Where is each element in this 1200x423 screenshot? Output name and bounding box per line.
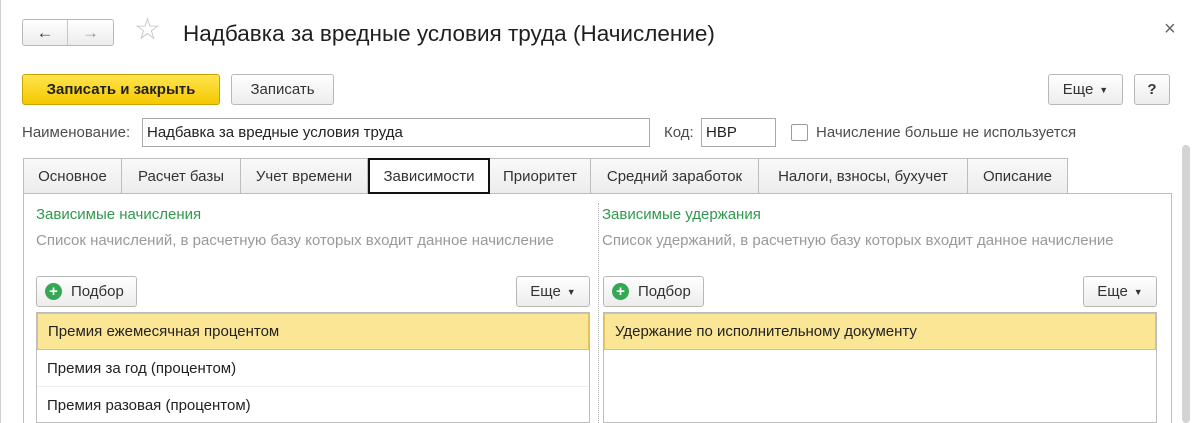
list-item[interactable]: Премия за год (процентом) bbox=[37, 350, 589, 387]
name-label: Наименование: bbox=[22, 124, 131, 141]
save-button[interactable]: Записать bbox=[231, 74, 334, 105]
name-field[interactable]: Надбавка за вредные условия труда bbox=[142, 118, 650, 147]
deductions-list: Удержание по исполнительному документу bbox=[603, 312, 1157, 423]
title-bar: ← → ☆ Надбавка за вредные условия труда … bbox=[1, 0, 1200, 66]
tab-label: Средний заработок bbox=[606, 167, 743, 185]
caret-down-icon: ▼ bbox=[566, 286, 576, 297]
code-value: НВР bbox=[706, 124, 737, 141]
arrow-right-icon: → bbox=[82, 22, 99, 42]
tab-description[interactable]: Описание bbox=[968, 158, 1068, 194]
tab-label: Приоритет bbox=[503, 167, 577, 185]
forward-button[interactable]: → bbox=[68, 20, 113, 45]
page-title: Надбавка за вредные условия труда (Начис… bbox=[183, 21, 715, 46]
help-label: ? bbox=[1147, 81, 1157, 98]
more-label: Еще bbox=[1097, 283, 1128, 300]
tab-average-earnings[interactable]: Средний заработок bbox=[591, 158, 759, 194]
tab-bar: Основное Расчет базы Учет времени Зависи… bbox=[23, 158, 1068, 194]
form-window: ← → ☆ Надбавка за вредные условия труда … bbox=[0, 0, 1200, 423]
save-label: Записать bbox=[250, 81, 315, 98]
more-label: Еще bbox=[530, 283, 561, 300]
list-item-label: Премия за год (процентом) bbox=[47, 359, 237, 377]
dependent-accruals-description: Список начислений, в расчетную базу кото… bbox=[36, 232, 554, 249]
tab-base-calculation[interactable]: Расчет базы bbox=[122, 158, 241, 194]
arrow-left-icon: ← bbox=[36, 22, 54, 42]
tab-taxes[interactable]: Налоги, взносы, бухучет bbox=[759, 158, 968, 194]
caret-down-icon: ▼ bbox=[1133, 286, 1143, 297]
pick-label: Подбор bbox=[71, 283, 124, 300]
tab-label: Зависимости bbox=[383, 167, 475, 185]
plus-circle-icon: + bbox=[45, 283, 62, 300]
dependent-accruals-title: Зависимые начисления bbox=[36, 206, 202, 223]
accruals-more-button[interactable]: Еще ▼ bbox=[516, 276, 590, 307]
help-button[interactable]: ? bbox=[1134, 74, 1170, 105]
tab-label: Учет времени bbox=[255, 167, 353, 185]
tab-time-accounting[interactable]: Учет времени bbox=[241, 158, 368, 194]
tab-priority[interactable]: Приоритет bbox=[490, 158, 591, 194]
dependent-deductions-title: Зависимые удержания bbox=[602, 206, 761, 223]
pick-deductions-button[interactable]: + Подбор bbox=[603, 276, 704, 307]
vertical-scrollbar[interactable] bbox=[1182, 145, 1190, 423]
dependent-deductions-description: Список удержаний, в расчетную базу котор… bbox=[602, 232, 1114, 249]
tab-label: Описание bbox=[982, 167, 1053, 185]
list-item[interactable]: Удержание по исполнительному документу bbox=[604, 313, 1156, 350]
plus-circle-icon: + bbox=[612, 283, 629, 300]
list-item-label: Удержание по исполнительному документу bbox=[615, 323, 917, 340]
list-item[interactable]: Премия ежемесячная процентом bbox=[37, 313, 589, 350]
not-used-checkbox[interactable] bbox=[791, 124, 808, 141]
save-and-close-label: Записать и закрыть bbox=[46, 81, 196, 98]
code-field[interactable]: НВР bbox=[701, 118, 776, 147]
tab-label: Расчет базы bbox=[138, 167, 224, 185]
navigation-buttons: ← → bbox=[22, 19, 114, 46]
list-item-label: Премия разовая (процентом) bbox=[47, 396, 251, 414]
accruals-list: Премия ежемесячная процентом Премия за г… bbox=[36, 312, 590, 423]
caret-down-icon: ▼ bbox=[1099, 84, 1109, 95]
more-label: Еще bbox=[1062, 81, 1094, 98]
close-icon[interactable]: × bbox=[1164, 18, 1176, 41]
code-label: Код: bbox=[664, 124, 694, 141]
tab-label: Основное bbox=[38, 167, 107, 185]
deductions-more-button[interactable]: Еще ▼ bbox=[1083, 276, 1157, 307]
section-divider bbox=[598, 203, 599, 423]
pick-label: Подбор bbox=[638, 283, 691, 300]
star-icon[interactable]: ☆ bbox=[134, 15, 161, 45]
tab-label: Налоги, взносы, бухучет bbox=[778, 167, 948, 185]
tab-dependencies[interactable]: Зависимости bbox=[368, 158, 490, 194]
name-value: Надбавка за вредные условия труда bbox=[147, 124, 403, 141]
list-item[interactable]: Премия разовая (процентом) bbox=[37, 387, 589, 422]
tab-main[interactable]: Основное bbox=[23, 158, 122, 194]
list-item-label: Премия ежемесячная процентом bbox=[48, 323, 280, 340]
pick-accruals-button[interactable]: + Подбор bbox=[36, 276, 137, 307]
back-button[interactable]: ← bbox=[23, 20, 69, 45]
more-menu-button[interactable]: Еще ▼ bbox=[1048, 74, 1123, 105]
not-used-label: Начисление больше не используется bbox=[816, 124, 1077, 141]
save-and-close-button[interactable]: Записать и закрыть bbox=[22, 74, 220, 105]
